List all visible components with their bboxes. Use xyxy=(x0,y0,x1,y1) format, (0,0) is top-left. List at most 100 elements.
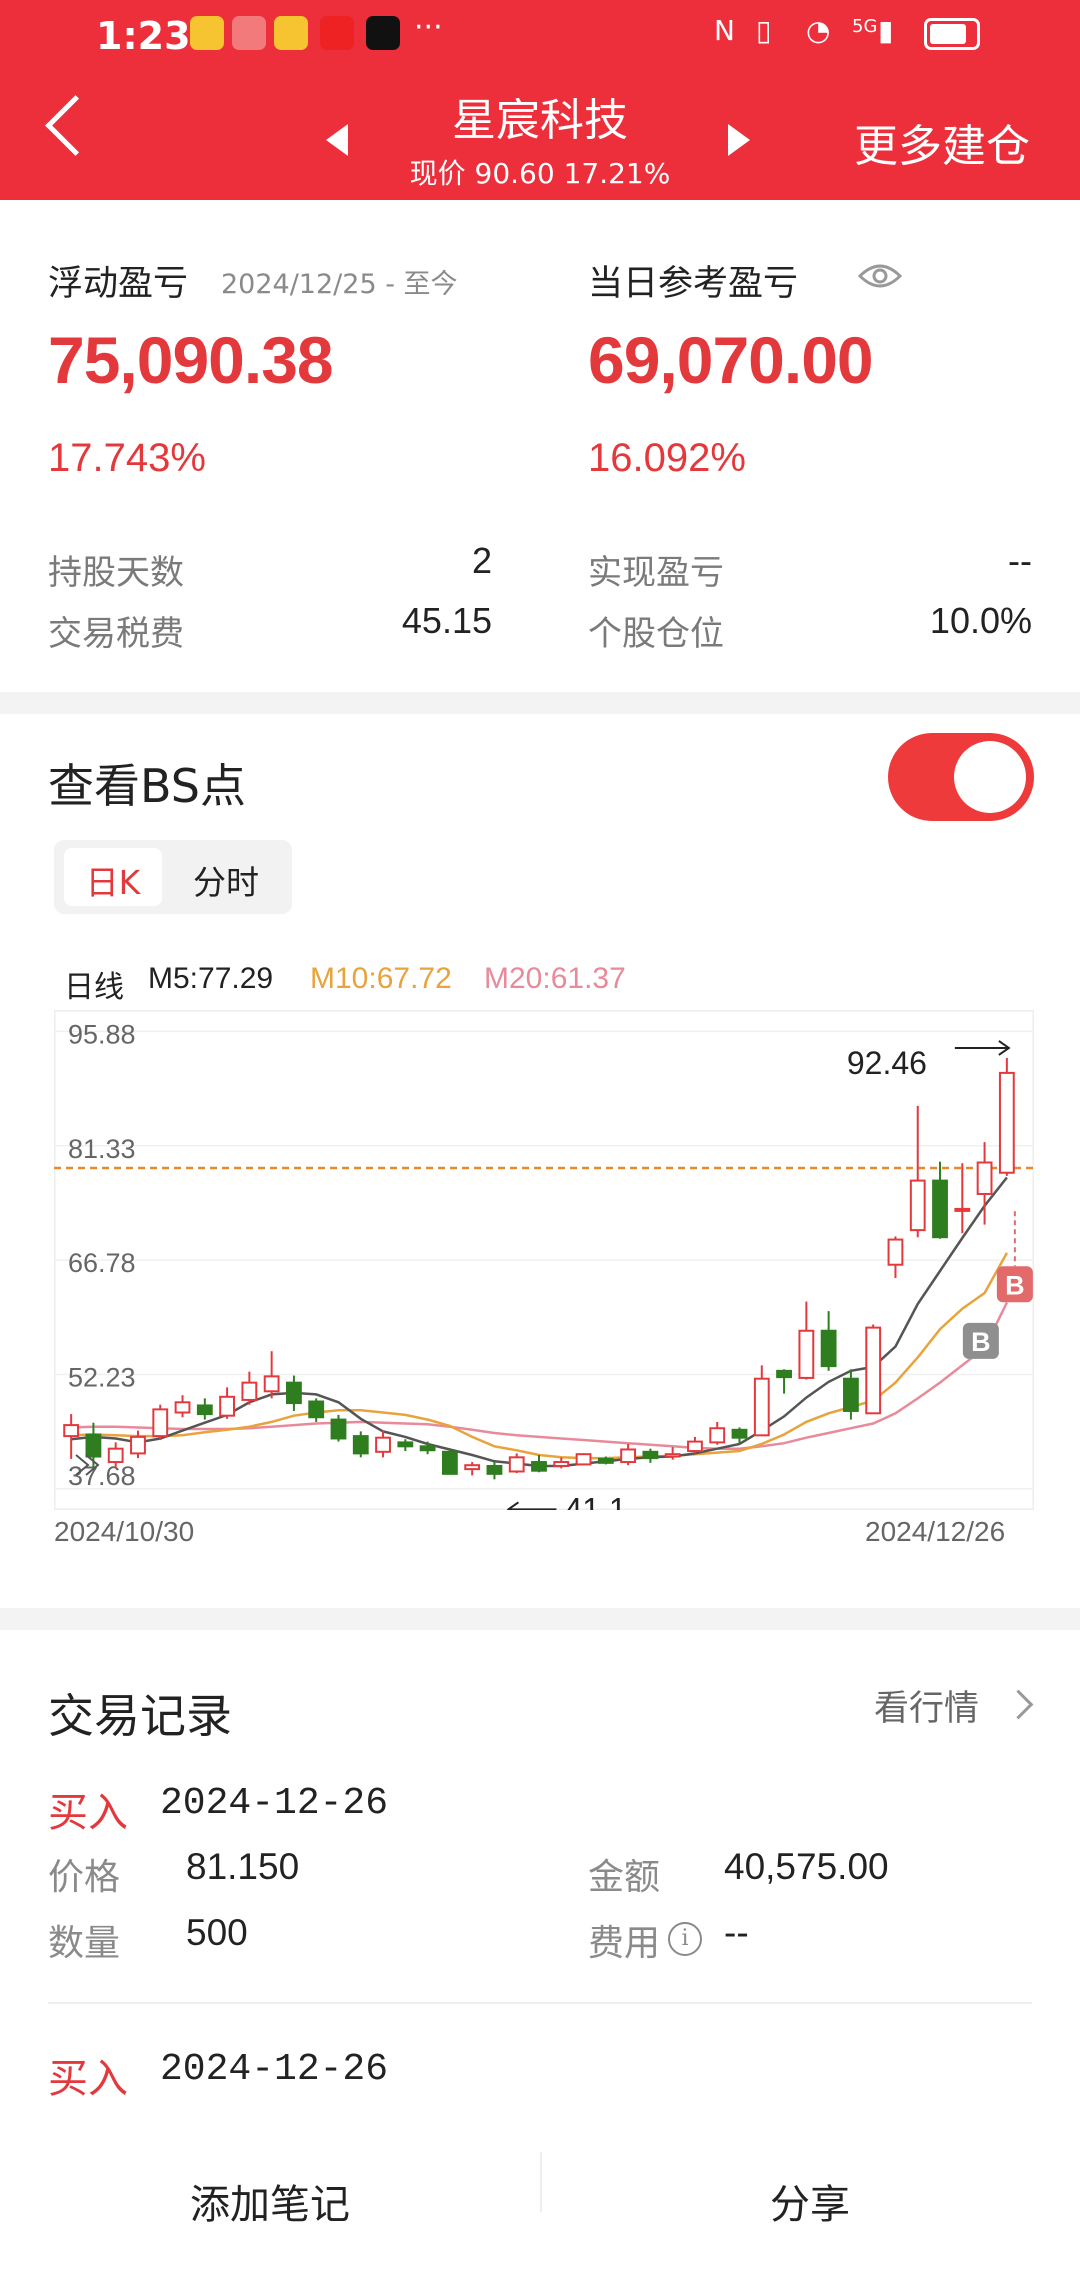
candle-body xyxy=(419,1445,436,1452)
network-type: 5G xyxy=(852,16,878,37)
candle-body xyxy=(63,1424,80,1438)
candle-body xyxy=(753,1377,770,1437)
bs-section-title: 查看BS点 xyxy=(48,759,246,813)
floating-pl-value: 75,090.38 xyxy=(48,323,334,397)
candle-body xyxy=(597,1457,614,1464)
k-line-chart[interactable]: 95.88 81.33 66.78 52.23 37.68 92.46 41 1 BB xyxy=(53,1009,1035,1527)
stat-value: -- xyxy=(1008,540,1032,581)
more-notifications-icon: ··· xyxy=(414,10,443,45)
candle-body xyxy=(352,1435,369,1455)
stat-value: 45.15 xyxy=(401,600,492,641)
candle-body xyxy=(107,1447,124,1464)
trade-date: 2024-12-26 xyxy=(160,2048,389,2091)
y-tick-label: 81.33 xyxy=(68,1134,136,1164)
y-tick-label: 52.23 xyxy=(68,1363,136,1393)
candle-body xyxy=(441,1450,458,1475)
section-divider xyxy=(0,1608,1080,1630)
trade-type: 买入 xyxy=(48,2056,128,2102)
daily-pl-percent: 16.092% xyxy=(588,436,746,480)
candle-body xyxy=(308,1400,325,1419)
eye-icon[interactable] xyxy=(857,258,903,294)
price-value: 81.150 xyxy=(186,1846,300,1887)
candle-body xyxy=(486,1464,503,1475)
stat-label: 实现盈亏 xyxy=(588,553,724,593)
add-note-button[interactable]: 添加笔记 xyxy=(0,2172,540,2230)
vibrate-icon: ▯ xyxy=(756,14,772,47)
candle-body xyxy=(954,1207,971,1212)
y-tick-label: 37.68 xyxy=(68,1461,136,1491)
candle-body xyxy=(642,1450,659,1460)
huawei-app-icon xyxy=(232,16,266,50)
daily-pl-label: 当日参考盈亏 xyxy=(588,264,799,304)
candle-body xyxy=(130,1435,146,1455)
stat-label: 持股天数 xyxy=(48,553,184,593)
tab-day-k[interactable]: 日K xyxy=(64,856,162,904)
app-icon xyxy=(320,16,354,50)
candle-body xyxy=(976,1161,993,1195)
candle-body xyxy=(909,1179,926,1232)
candle-body xyxy=(531,1461,547,1472)
price-label: 价格 xyxy=(48,1857,121,1898)
signal-icon: ▮ xyxy=(878,14,894,47)
info-icon[interactable]: i xyxy=(668,1922,702,1956)
view-market-link[interactable]: 看行情 xyxy=(874,1680,979,1731)
low-price-label: 41 1 xyxy=(564,1491,626,1510)
bs-toggle-knob xyxy=(954,741,1026,813)
candle-body xyxy=(553,1461,570,1467)
candle-body xyxy=(375,1436,391,1453)
y-tick-label: 95.88 xyxy=(68,1019,136,1049)
ma-m5: M5:77.29 xyxy=(148,962,274,995)
fee-label: 费用 xyxy=(588,1923,661,1964)
candle-body xyxy=(152,1408,169,1438)
ma-m10: M10:67.72 xyxy=(310,962,452,995)
ma-prefix: 日线 xyxy=(64,970,124,1005)
candle-body xyxy=(731,1428,748,1439)
quantity-value: 500 xyxy=(186,1912,248,1953)
tiktok-app-icon xyxy=(366,16,400,50)
share-button[interactable]: 分享 xyxy=(540,2172,1080,2230)
candle-body xyxy=(575,1453,592,1466)
candle-body xyxy=(263,1375,280,1393)
candle-body xyxy=(620,1448,637,1464)
trade-date: 2024-12-26 xyxy=(160,1782,389,1825)
amount-value: 40,575.00 xyxy=(724,1846,889,1887)
ma-m20: M20:61.37 xyxy=(484,962,626,995)
buy-marker-label: B xyxy=(971,1327,991,1357)
chevron-right-icon[interactable] xyxy=(1003,1689,1034,1720)
fee-value: -- xyxy=(724,1912,749,1953)
stat-value: 10.0% xyxy=(929,600,1032,641)
candle-body xyxy=(196,1404,213,1416)
battery-icon xyxy=(924,18,980,50)
wifi-icon: ◔ xyxy=(806,14,831,47)
candle-body xyxy=(998,1071,1015,1174)
weibo-app-icon xyxy=(190,16,224,50)
candle-body xyxy=(843,1377,859,1412)
section-divider xyxy=(0,692,1080,714)
candle-body xyxy=(820,1329,837,1368)
high-price-label: 92.46 xyxy=(847,1045,927,1081)
candle-body xyxy=(865,1326,882,1415)
floating-pl-percent: 17.743% xyxy=(48,436,206,480)
weibo-app-icon xyxy=(274,16,308,50)
candle-body xyxy=(687,1440,703,1453)
quantity-label: 数量 xyxy=(48,1923,121,1964)
candle-body xyxy=(330,1418,347,1440)
candle-body xyxy=(508,1456,525,1473)
chart-end-date: 2024/12/26 xyxy=(865,1516,1006,1547)
daily-pl-value: 69,070.00 xyxy=(588,323,874,397)
more-build-position-button[interactable]: 更多建仓 xyxy=(854,110,1030,174)
record-divider xyxy=(48,2002,1032,2004)
candle-body xyxy=(85,1433,102,1458)
amount-label: 金额 xyxy=(588,1857,661,1898)
tab-intraday[interactable]: 分时 xyxy=(170,856,282,904)
stat-label: 交易税费 xyxy=(48,614,184,654)
nfc-icon: N xyxy=(714,14,735,47)
candle-body xyxy=(776,1369,792,1379)
candle-body xyxy=(464,1464,481,1471)
trade-type: 买入 xyxy=(48,1790,128,1836)
buy-marker-label: B xyxy=(1005,1270,1025,1300)
candle-body xyxy=(709,1427,726,1444)
trade-records-title: 交易记录 xyxy=(48,1689,232,1743)
next-stock-icon[interactable] xyxy=(728,124,750,156)
candle-body xyxy=(798,1329,815,1379)
